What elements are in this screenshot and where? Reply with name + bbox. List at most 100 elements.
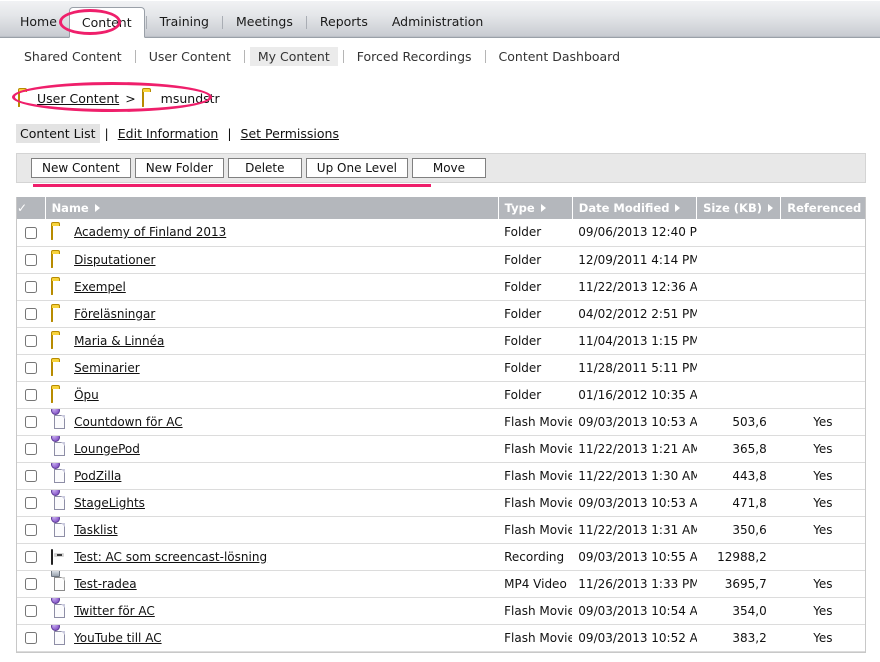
- row-name-link[interactable]: Test: AC som screencast-lösning: [74, 550, 267, 564]
- topnav-item-reports[interactable]: Reports: [308, 7, 380, 37]
- row-checkbox-cell[interactable]: [17, 327, 46, 355]
- row-type: Folder: [498, 219, 573, 247]
- row-name-link[interactable]: LoungePod: [74, 442, 140, 456]
- breadcrumb-link-user-content[interactable]: User Content: [37, 91, 119, 106]
- row-checkbox[interactable]: [25, 497, 38, 509]
- header-size[interactable]: Size (KB): [696, 197, 782, 219]
- row-checkbox[interactable]: [25, 308, 38, 320]
- table-row[interactable]: Countdown för AC Flash Movie 09/03/2013 10…: [17, 408, 865, 436]
- topnav-item-training[interactable]: Training: [148, 7, 221, 37]
- row-checkbox[interactable]: [25, 605, 38, 617]
- header-date-modified[interactable]: Date Modified: [572, 197, 698, 219]
- row-checkbox[interactable]: [25, 362, 38, 374]
- row-name-link[interactable]: StageLights: [74, 496, 145, 510]
- row-name-link[interactable]: Tasklist: [74, 523, 118, 537]
- content-tab-edit-information[interactable]: Edit Information: [114, 124, 223, 143]
- delete-button[interactable]: Delete: [227, 158, 302, 178]
- subnav-item-my-content[interactable]: My Content: [249, 46, 338, 66]
- subnav-item-forced-recordings[interactable]: Forced Recordings: [349, 47, 480, 66]
- content-tab-content-list[interactable]: Content List: [16, 124, 100, 143]
- row-name-link[interactable]: Twitter för AC: [74, 604, 155, 618]
- row-name-link[interactable]: Exempel: [74, 280, 126, 294]
- row-type: Folder: [498, 381, 573, 409]
- header-referenced[interactable]: Referenced: [780, 197, 873, 219]
- new-content-button[interactable]: New Content: [31, 158, 131, 178]
- table-row[interactable]: Exempel Folder 11/22/2013 12:36 AM: [17, 273, 865, 301]
- row-checkbox-cell[interactable]: [17, 435, 46, 463]
- row-checkbox-cell[interactable]: [17, 273, 46, 301]
- row-checkbox[interactable]: [25, 416, 38, 428]
- row-size: 365,8: [696, 435, 781, 463]
- row-name-link[interactable]: Test-radea: [74, 577, 137, 591]
- row-checkbox-cell[interactable]: [17, 462, 46, 490]
- header-select-all[interactable]: ✓: [17, 197, 46, 219]
- subnav-item-shared-content[interactable]: Shared Content: [16, 47, 130, 66]
- table-row[interactable]: YouTube till AC Flash Movie 09/03/2013 10:…: [17, 624, 865, 652]
- row-checkbox[interactable]: [25, 524, 38, 536]
- row-checkbox[interactable]: [25, 551, 38, 563]
- row-checkbox[interactable]: [25, 254, 38, 266]
- header-type[interactable]: Type: [498, 197, 573, 219]
- row-name-link[interactable]: Öpu: [74, 388, 99, 402]
- row-checkbox[interactable]: [25, 226, 38, 239]
- row-checkbox[interactable]: [25, 443, 38, 455]
- row-name-link[interactable]: Disputationer: [74, 253, 155, 267]
- row-name-link[interactable]: YouTube till AC: [74, 631, 162, 645]
- move-button[interactable]: Move: [411, 158, 486, 178]
- row-checkbox[interactable]: [25, 632, 38, 644]
- row-checkbox-cell[interactable]: [17, 543, 46, 571]
- row-checkbox-cell[interactable]: [17, 597, 46, 625]
- new-folder-button[interactable]: New Folder: [134, 158, 224, 178]
- header-name-label: Name: [51, 201, 89, 215]
- table-row[interactable]: Twitter för AC Flash Movie 09/03/2013 10:5…: [17, 597, 865, 625]
- row-name-link[interactable]: Maria & Linnéa: [74, 334, 164, 348]
- row-checkbox-cell[interactable]: [17, 570, 46, 598]
- table-row[interactable]: Test: AC som screencast-lösning Recording…: [17, 543, 865, 571]
- row-name-cell: Föreläsningar: [45, 300, 499, 328]
- row-name-link[interactable]: Academy of Finland 2013: [74, 225, 226, 239]
- row-name-link[interactable]: PodZilla: [74, 469, 121, 483]
- table-row[interactable]: Seminarier Folder 11/28/2011 5:11 PM: [17, 354, 865, 382]
- table-row[interactable]: Öpu Folder 01/16/2012 10:35 AM: [17, 381, 865, 409]
- table-row[interactable]: Tasklist Flash Movie 11/22/2013 1:31 AM 350…: [17, 516, 865, 544]
- table-row[interactable]: Disputationer Folder 12/09/2011 4:14 PM: [17, 246, 865, 274]
- row-name-link[interactable]: Föreläsningar: [74, 307, 155, 321]
- row-checkbox[interactable]: [25, 389, 38, 401]
- row-checkbox-cell[interactable]: [17, 300, 46, 328]
- row-checkbox-cell[interactable]: [17, 219, 46, 247]
- row-name-link[interactable]: Seminarier: [74, 361, 140, 375]
- row-checkbox-cell[interactable]: [17, 624, 46, 652]
- row-name-cell: YouTube till AC: [45, 624, 499, 652]
- topnav-item-content[interactable]: Content: [68, 7, 145, 38]
- row-checkbox-cell[interactable]: [17, 489, 46, 517]
- table-row[interactable]: LoungePod Flash Movie 11/22/2013 1:21 AM 36…: [17, 435, 865, 463]
- topnav-separator: [145, 16, 147, 29]
- row-checkbox[interactable]: [25, 335, 38, 347]
- topnav-item-home[interactable]: Home: [8, 7, 69, 37]
- row-checkbox[interactable]: [25, 578, 38, 590]
- row-checkbox-cell[interactable]: [17, 516, 46, 544]
- row-checkbox-cell[interactable]: [17, 381, 46, 409]
- table-row[interactable]: StageLights Flash Movie 09/03/2013 10:53 A…: [17, 489, 865, 517]
- sort-arrow-icon: [675, 204, 681, 212]
- row-checkbox-cell[interactable]: [17, 354, 46, 382]
- row-checkbox-cell[interactable]: [17, 246, 46, 274]
- row-checkbox[interactable]: [25, 281, 38, 293]
- row-checkbox-cell[interactable]: [17, 408, 46, 436]
- table-row[interactable]: Test-radea MP4 Video 11/26/2013 1:33 PM 369…: [17, 570, 865, 598]
- subnav-item-content-dashboard[interactable]: Content Dashboard: [491, 47, 629, 66]
- content-tab-set-permissions[interactable]: Set Permissions: [237, 124, 343, 143]
- table-row[interactable]: Maria & Linnéa Folder 11/04/2013 1:15 PM: [17, 327, 865, 355]
- table-row[interactable]: Academy of Finland 2013 Folder 09/06/2013 …: [17, 219, 865, 247]
- table-row[interactable]: Föreläsningar Folder 04/02/2012 2:51 PM: [17, 300, 865, 328]
- header-referenced-label: Referenced: [787, 201, 862, 215]
- subnav-item-user-content[interactable]: User Content: [141, 47, 239, 66]
- topnav-item-meetings[interactable]: Meetings: [224, 7, 305, 37]
- header-type-label: Type: [504, 201, 535, 215]
- up-one-level-button[interactable]: Up One Level: [305, 158, 408, 178]
- row-checkbox[interactable]: [25, 470, 38, 482]
- topnav-item-administration[interactable]: Administration: [380, 7, 495, 37]
- row-name-link[interactable]: Countdown för AC: [74, 415, 183, 429]
- header-name[interactable]: Name: [45, 197, 499, 219]
- table-row[interactable]: PodZilla Flash Movie 11/22/2013 1:30 AM 443…: [17, 462, 865, 490]
